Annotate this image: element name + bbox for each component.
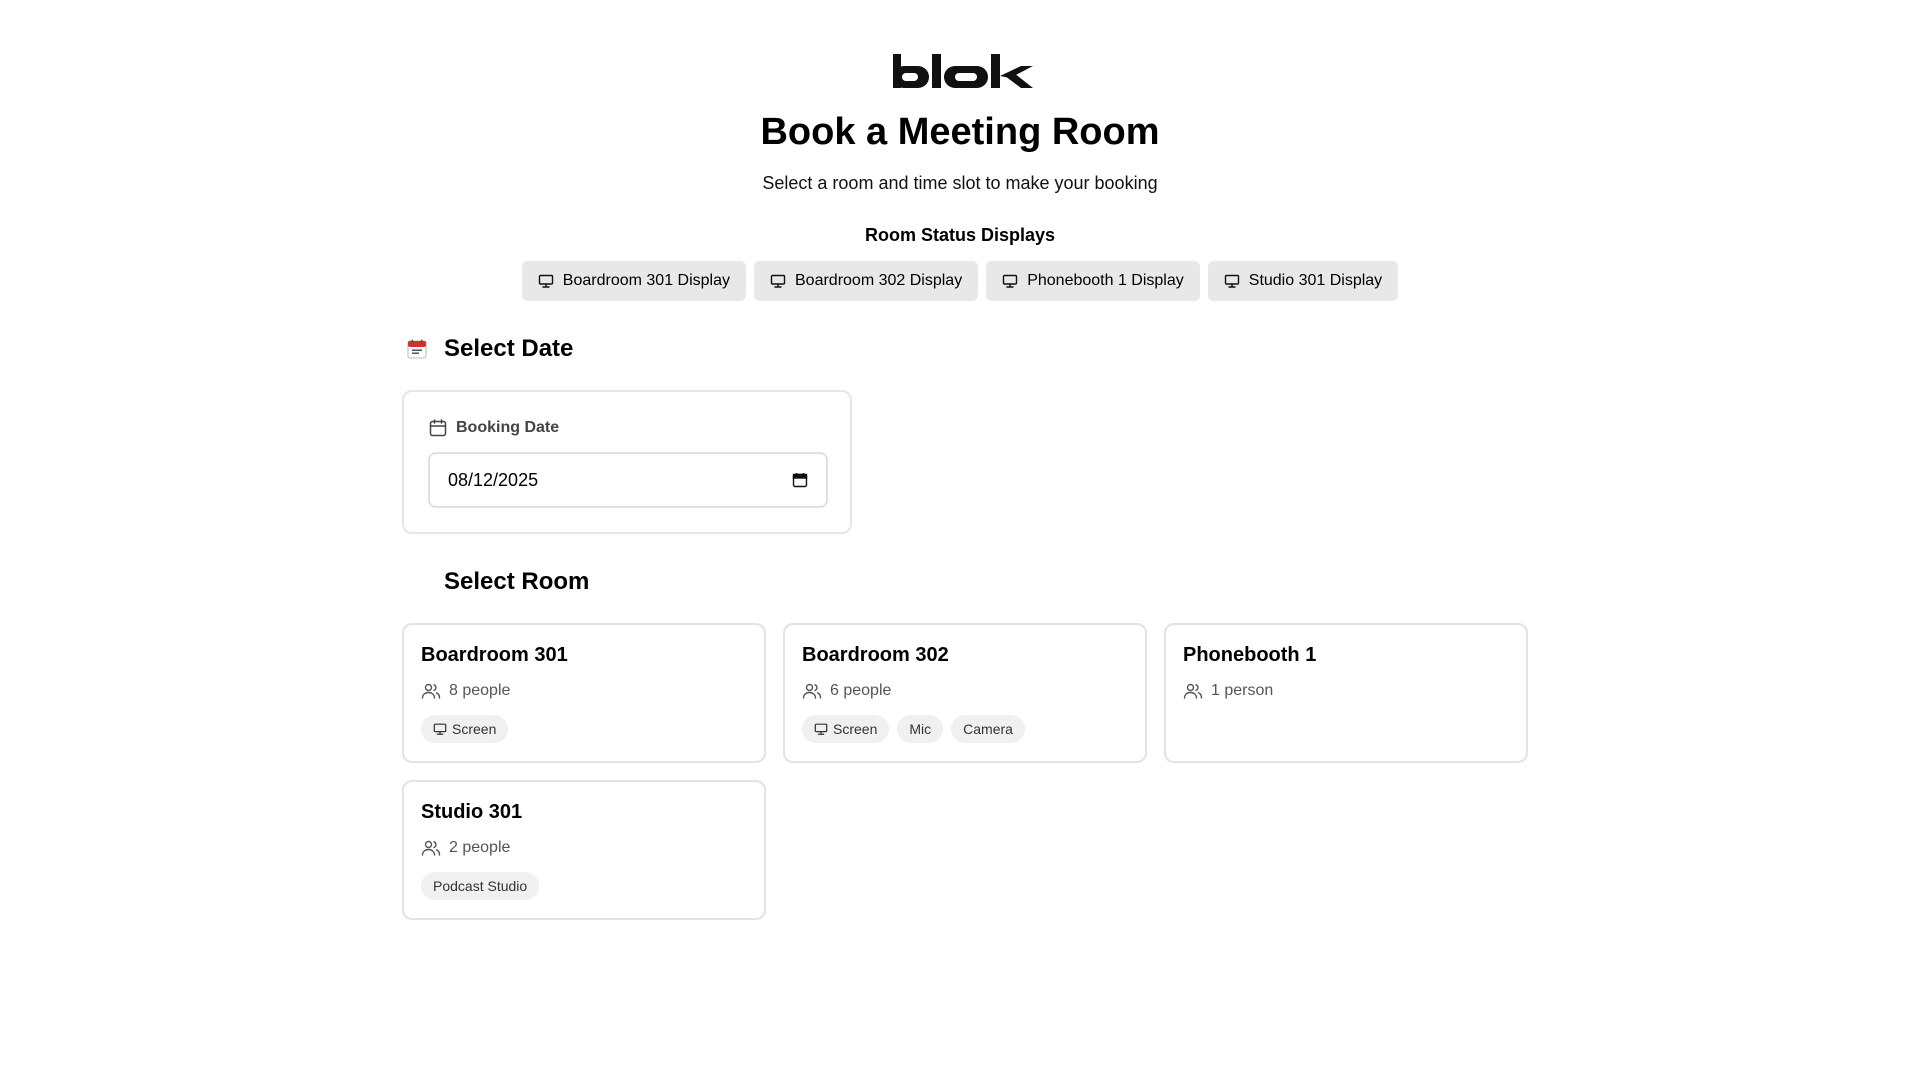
feature-chip-camera: Camera [951,715,1025,743]
display-button-label: Studio 301 Display [1248,272,1383,289]
feature-label: Screen [833,721,878,737]
monitor-icon [538,274,553,288]
room-capacity: 8 people [421,681,747,701]
monitor-icon [1224,274,1239,288]
display-button-label: Boardroom 301 Display [562,272,730,289]
display-button-label: Phonebooth 1 Display [1027,272,1184,289]
room-features: Podcast Studio [421,872,747,900]
room-name: Boardroom 301 [421,644,568,666]
monitor-icon [770,274,786,288]
room-card-boardroom-302[interactable]: Boardroom 302 6 people Screen Mic Camera [783,623,1147,763]
monitor-icon [1003,274,1018,288]
feature-label: Podcast Studio [433,878,528,894]
select-room-title: Select Room [444,568,590,595]
phonebooth-1-display-button[interactable]: Phonebooth 1 Display [986,261,1200,301]
blok-logo [893,52,1033,92]
room-capacity-text: 1 person [1211,682,1274,699]
page-subtitle: Select a room and time slot to make your… [762,173,1158,193]
booking-date-label: Booking Date [428,418,559,438]
room-name: Boardroom 302 [802,644,949,666]
display-buttons-row: Boardroom 301 Display Boardroom 302 Disp… [0,261,1920,301]
select-room-heading: Select Room [406,568,589,596]
room-capacity-text: 2 people [449,839,511,856]
booking-date-label-text: Booking Date [456,419,560,436]
boardroom-301-display-button[interactable]: Boardroom 301 Display [521,261,746,301]
room-card-phonebooth-1[interactable]: Phonebooth 1 1 person [1164,623,1528,763]
blok-logo-mark [893,54,1033,88]
feature-label: Camera [963,721,1013,737]
room-name: Studio 301 [421,801,523,823]
booking-date-input[interactable]: 08/12/2025 [428,452,828,508]
feature-chip-podcast-studio: Podcast Studio [421,872,540,900]
people-icon [421,683,441,699]
monitor-icon [814,723,828,735]
monitor-icon [433,723,447,735]
calendar-emoji-icon [407,339,427,359]
room-capacity: 6 people [802,681,1128,701]
feature-chip-screen: Screen [421,715,509,743]
room-capacity: 1 person [1183,681,1509,701]
select-date-title: Select Date [444,335,574,362]
boardroom-302-display-button[interactable]: Boardroom 302 Display [754,261,979,301]
calendar-icon [429,419,447,437]
feature-chip-screen: Screen [802,715,890,743]
room-features: Screen [421,715,747,743]
booking-date-card: Booking Date 08/12/2025 [402,390,852,534]
booking-date-value: 08/12/2025 [448,469,539,490]
feature-label: Screen [452,721,497,737]
room-card-boardroom-301[interactable]: Boardroom 301 8 people Screen [402,623,766,763]
select-date-heading: Select Date [406,335,573,363]
select-room-icon-spacer [406,571,428,593]
people-icon [802,683,822,699]
room-card-studio-301[interactable]: Studio 301 2 people Podcast Studio [402,780,766,920]
display-button-label: Boardroom 302 Display [795,272,963,289]
page-title: Book a Meeting Room [760,111,1160,153]
people-icon [421,840,441,856]
calendar-picker-icon[interactable] [792,472,808,488]
people-icon [1183,683,1203,699]
room-features: Screen Mic Camera [802,715,1128,743]
room-name: Phonebooth 1 [1183,644,1317,666]
studio-301-display-button[interactable]: Studio 301 Display [1207,261,1399,301]
feature-chip-mic: Mic [897,715,944,743]
room-capacity: 2 people [421,838,747,858]
room-capacity-text: 8 people [449,682,511,699]
feature-label: Mic [909,721,932,737]
room-capacity-text: 6 people [830,682,892,699]
room-status-displays-heading: Room Status Displays [864,225,1056,245]
